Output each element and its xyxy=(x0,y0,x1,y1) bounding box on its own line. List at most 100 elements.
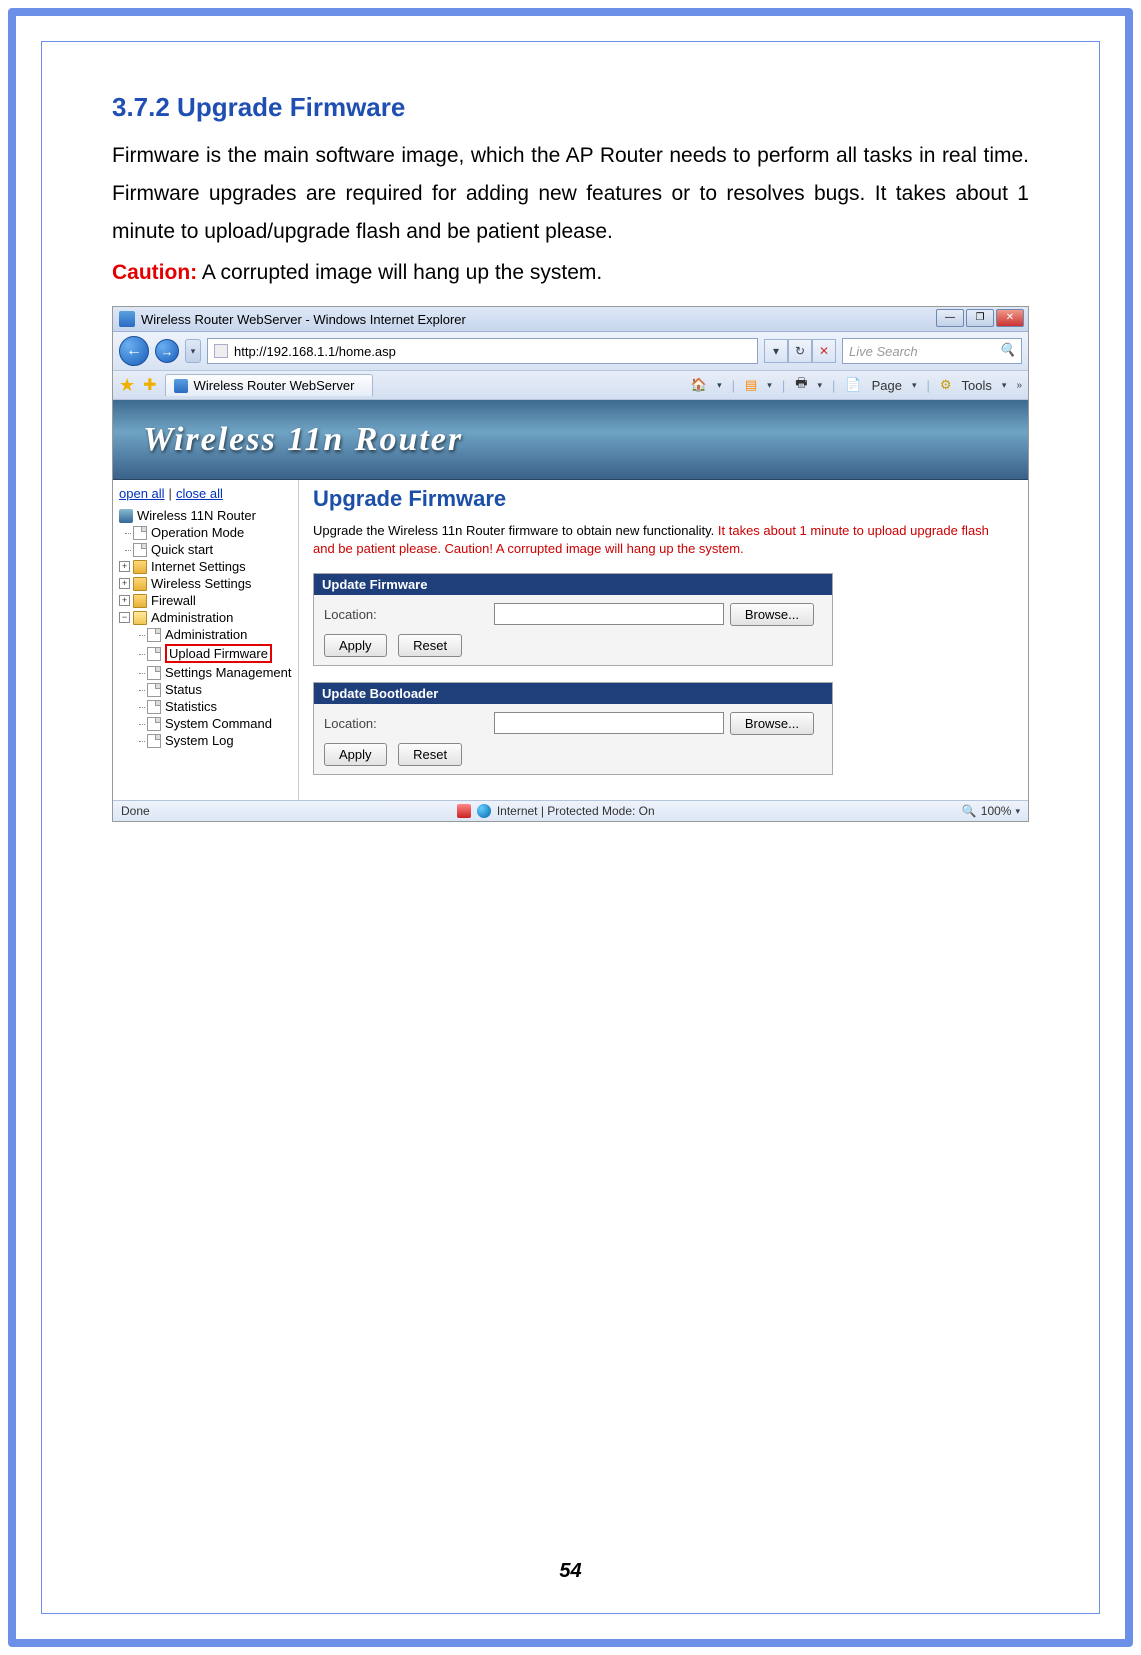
print-icon[interactable]: 🖶 xyxy=(795,374,807,396)
section-heading: 3.7.2 Upgrade Firmware xyxy=(112,92,1029,123)
tree-item-administration[interactable]: −Administration xyxy=(115,609,296,626)
address-bar[interactable]: http://192.168.1.1/home.asp xyxy=(207,338,758,364)
browser-status-bar: Done Internet | Protected Mode: On 🔍 100… xyxy=(113,800,1028,821)
sidebar-nav: open all|close all Wireless 11N Router O… xyxy=(113,480,299,800)
search-box[interactable]: Live Search 🔍 xyxy=(842,338,1022,364)
close-all-link[interactable]: close all xyxy=(176,486,223,501)
tree-item-quick-start[interactable]: Quick start xyxy=(115,541,296,558)
zoom-level[interactable]: 100% xyxy=(981,804,1012,818)
add-favorite-icon[interactable]: ✚ xyxy=(143,375,156,395)
stop-button[interactable]: ✕ xyxy=(812,339,836,363)
ie-favicon-icon xyxy=(119,311,135,327)
tab-title: Wireless Router WebServer xyxy=(194,378,355,393)
firmware-file-input[interactable] xyxy=(494,603,724,625)
page-title: Upgrade Firmware xyxy=(313,486,1014,512)
folder-icon xyxy=(133,560,147,574)
caution-text: A corrupted image will hang up the syste… xyxy=(197,261,602,284)
folder-open-icon xyxy=(133,611,147,625)
tree-item-wireless-settings[interactable]: +Wireless Settings xyxy=(115,575,296,592)
active-page-highlight: Upload Firmware xyxy=(165,644,272,663)
open-all-link[interactable]: open all xyxy=(119,486,165,501)
tools-menu-icon[interactable]: ⚙ xyxy=(940,377,952,393)
address-url: http://192.168.1.1/home.asp xyxy=(234,344,396,359)
tree-item-statistics[interactable]: Statistics xyxy=(115,698,296,715)
search-icon[interactable]: 🔍 xyxy=(999,342,1017,360)
tree-item-firewall[interactable]: +Firewall xyxy=(115,592,296,609)
reset-button[interactable]: Reset xyxy=(398,743,462,766)
favorites-star-icon[interactable]: ★ xyxy=(119,375,135,396)
window-title: Wireless Router WebServer - Windows Inte… xyxy=(141,312,466,327)
shield-icon xyxy=(457,804,471,818)
tree-item-upload-firmware[interactable]: Upload Firmware xyxy=(115,643,296,664)
search-placeholder: Live Search xyxy=(849,344,918,359)
page-icon xyxy=(147,683,161,697)
page-icon xyxy=(147,717,161,731)
tree-item-admin-sub[interactable]: Administration xyxy=(115,626,296,643)
location-label: Location: xyxy=(324,716,494,731)
refresh-button[interactable]: ↻ xyxy=(788,339,812,363)
page-icon xyxy=(147,628,161,642)
page-menu-label[interactable]: Page xyxy=(872,378,902,393)
caution-line: Caution: A corrupted image will hang up … xyxy=(112,254,1029,292)
browse-button[interactable]: Browse... xyxy=(730,603,814,626)
tree-root[interactable]: Wireless 11N Router xyxy=(115,507,296,524)
browser-tab[interactable]: Wireless Router WebServer xyxy=(165,374,374,396)
tree-item-system-log[interactable]: System Log xyxy=(115,732,296,749)
browser-tab-bar: ★ ✚ Wireless Router WebServer 🏠▾ | ▤▾ | … xyxy=(113,371,1028,400)
tree-item-status[interactable]: Status xyxy=(115,681,296,698)
window-close-button[interactable]: ✕ xyxy=(996,309,1024,327)
zoom-icon[interactable]: 🔍 xyxy=(962,804,977,818)
tab-favicon-icon xyxy=(174,379,188,393)
tools-menu-label[interactable]: Tools xyxy=(962,378,992,393)
bootloader-file-input[interactable] xyxy=(494,712,724,734)
browser-toolbar: 🏠▾ | ▤▾ | 🖶▾ | 📄 Page▾ | ⚙ Tools▾ » xyxy=(691,374,1022,396)
expand-icon[interactable]: + xyxy=(119,578,130,589)
globe-icon xyxy=(477,804,491,818)
forward-button[interactable]: → xyxy=(155,339,179,363)
page-menu-icon[interactable]: 📄 xyxy=(845,377,861,393)
panel-header: Update Bootloader xyxy=(314,683,832,704)
panel-header: Update Firmware xyxy=(314,574,832,595)
window-minimize-button[interactable]: — xyxy=(936,309,964,327)
page-icon xyxy=(147,647,161,661)
location-label: Location: xyxy=(324,607,494,622)
back-button[interactable]: ← xyxy=(119,336,149,366)
browser-nav-bar: ← → ▾ http://192.168.1.1/home.asp ▾ ↻ ✕ … xyxy=(113,332,1028,371)
page-icon xyxy=(133,543,147,557)
router-icon xyxy=(119,509,133,523)
page-icon xyxy=(147,666,161,680)
folder-icon xyxy=(133,594,147,608)
folder-icon xyxy=(133,577,147,591)
collapse-icon[interactable]: − xyxy=(119,612,130,623)
tree-item-system-command[interactable]: System Command xyxy=(115,715,296,732)
tree-item-operation-mode[interactable]: Operation Mode xyxy=(115,524,296,541)
reset-button[interactable]: Reset xyxy=(398,634,462,657)
caution-label: Caution: xyxy=(112,261,197,284)
section-paragraph: Firmware is the main software image, whi… xyxy=(112,137,1029,250)
page-favicon-icon xyxy=(214,344,228,358)
url-dropdown[interactable]: ▾ xyxy=(764,339,788,363)
page-description: Upgrade the Wireless 11n Router firmware… xyxy=(313,522,1014,558)
screenshot-window: Wireless Router WebServer - Windows Inte… xyxy=(112,306,1029,822)
tree-item-internet-settings[interactable]: +Internet Settings xyxy=(115,558,296,575)
nav-history-dropdown[interactable]: ▾ xyxy=(185,339,201,363)
apply-button[interactable]: Apply xyxy=(324,634,387,657)
zoom-dropdown-icon[interactable]: ▾ xyxy=(1015,806,1020,817)
home-icon[interactable]: 🏠 xyxy=(691,377,707,393)
expand-icon[interactable]: + xyxy=(119,561,130,572)
page-icon xyxy=(147,700,161,714)
page-icon xyxy=(133,526,147,540)
update-firmware-panel: Update Firmware Location: Browse... Appl… xyxy=(313,573,833,666)
window-maximize-button[interactable]: ❐ xyxy=(966,309,994,327)
router-banner: Wireless 11n Router xyxy=(113,400,1028,480)
page-icon xyxy=(147,734,161,748)
tree-item-settings-mgmt[interactable]: Settings Management xyxy=(115,664,296,681)
rss-icon[interactable]: ▤ xyxy=(745,377,757,393)
expand-icon[interactable]: + xyxy=(119,595,130,606)
page-number: 54 xyxy=(112,1520,1029,1583)
apply-button[interactable]: Apply xyxy=(324,743,387,766)
update-bootloader-panel: Update Bootloader Location: Browse... Ap… xyxy=(313,682,833,775)
status-mode: Internet | Protected Mode: On xyxy=(497,804,655,818)
browse-button[interactable]: Browse... xyxy=(730,712,814,735)
window-titlebar: Wireless Router WebServer - Windows Inte… xyxy=(113,307,1028,332)
